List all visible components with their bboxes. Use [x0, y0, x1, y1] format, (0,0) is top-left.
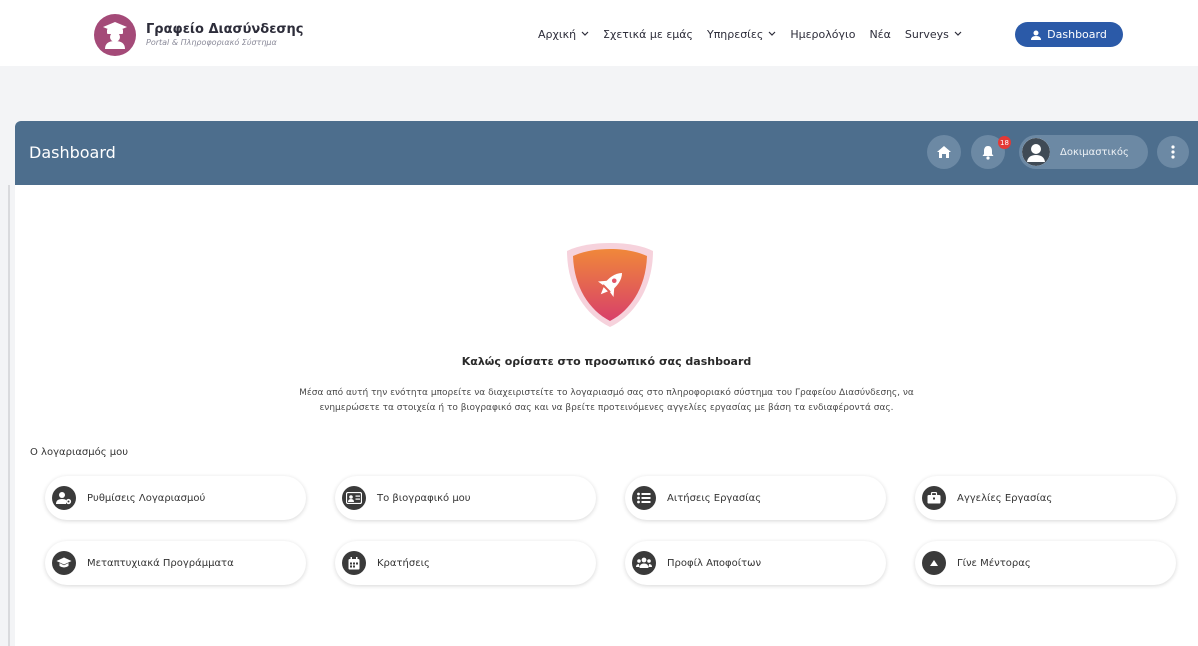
bell-icon	[982, 145, 994, 160]
menu-item-calendar[interactable]: Ημερολόγιο	[790, 28, 855, 41]
tile-label: Μεταπτυχιακά Προγράμματα	[87, 557, 234, 569]
menu-item-label: Ημερολόγιο	[790, 27, 856, 41]
my-cv-tile[interactable]: Το βιογραφικό μου	[335, 476, 596, 520]
user-menu[interactable]: Δοκιμαστικός	[1019, 135, 1148, 169]
tile-label: Προφίλ Αποφοίτων	[667, 557, 762, 569]
tile-label: Αγγελίες Εργασίας	[957, 492, 1053, 504]
page-title: Dashboard	[29, 143, 116, 162]
brand[interactable]: Γραφείο Διασύνδεσης Portal & Πληροφοριακ…	[94, 14, 304, 56]
alumni-profile-tile[interactable]: Προφίλ Αποφοίτων	[625, 541, 886, 585]
menu-item-label: Σχετικά με εμάς	[603, 27, 693, 41]
welcome-text-line2: ενημερώσετε τα στοιχεία ή το βιογραφικό …	[319, 403, 894, 413]
job-listings-tile[interactable]: Αγγελίες Εργασίας	[915, 476, 1176, 520]
users-icon	[632, 551, 656, 575]
job-applications-tile[interactable]: Αιτήσεις Εργασίας	[625, 476, 886, 520]
dashboard-button[interactable]: Dashboard	[1015, 22, 1123, 47]
menu-item-services[interactable]: Υπηρεσίες	[707, 28, 776, 41]
user-icon	[1022, 138, 1050, 166]
briefcase-icon	[922, 486, 946, 510]
chevron-down-icon	[581, 31, 589, 36]
more-vertical-icon	[1171, 145, 1175, 159]
dashboard-button-label: Dashboard	[1047, 28, 1107, 41]
dashboard-header: Dashboard 18 Δοκιμαστικός	[15, 121, 1198, 185]
chevron-down-icon	[768, 31, 776, 36]
menu-item-label: Νέα	[869, 27, 891, 41]
menu-item-surveys[interactable]: Surveys	[905, 28, 962, 41]
become-mentor-tile[interactable]: Γίνε Μέντορας	[915, 541, 1176, 585]
calendar-icon	[342, 551, 366, 575]
list-icon	[632, 486, 656, 510]
menu-item-label: Surveys	[904, 27, 949, 41]
user-settings-icon	[52, 486, 76, 510]
main-menu: Αρχική Σχετικά με εμάς Υπηρεσίες Ημερολό…	[538, 24, 976, 44]
home-button[interactable]	[927, 135, 961, 169]
user-icon	[1031, 30, 1042, 40]
menu-item-about[interactable]: Σχετικά με εμάς	[603, 28, 693, 41]
menu-item-label: Υπηρεσίες	[706, 27, 764, 41]
tile-label: Γίνε Μέντορας	[957, 557, 1031, 569]
notification-badge: 18	[998, 136, 1011, 149]
avatar	[1022, 138, 1050, 166]
menu-item-label: Αρχική	[538, 27, 577, 41]
home-icon	[937, 146, 951, 158]
graduation-cap-icon	[52, 551, 76, 575]
arrow-up-icon	[922, 551, 946, 575]
menu-item-news[interactable]: Νέα	[869, 28, 890, 41]
welcome-title: Καλώς ορίσατε στο προσωπικό σας dashboar…	[461, 355, 752, 368]
brand-title: Γραφείο Διασύνδεσης	[146, 22, 304, 37]
tile-label: Κρατήσεις	[377, 557, 430, 569]
tile-label: Αιτήσεις Εργασίας	[667, 492, 762, 504]
tile-label: Ρυθμίσεις Λογαριασμού	[87, 492, 206, 504]
user-name: Δοκιμαστικός	[1060, 146, 1129, 158]
postgraduate-programs-tile[interactable]: Μεταπτυχιακά Προγράμματα	[45, 541, 306, 585]
top-navbar: Γραφείο Διασύνδεσης Portal & Πληροφοριακ…	[0, 0, 1198, 66]
account-section-label: Ο λογαριασμός μου	[30, 447, 129, 458]
chevron-down-icon	[954, 31, 962, 36]
brand-subtitle: Portal & Πληροφοριακό Σύστημα	[146, 38, 277, 47]
welcome-text: Μέσα από αυτή την ενότητα μπορείτε να δι…	[245, 386, 968, 416]
id-card-icon	[342, 486, 366, 510]
tile-label: Το βιογραφικό μου	[377, 492, 471, 504]
menu-item-home[interactable]: Αρχική	[538, 28, 589, 41]
rocket-shield-icon	[563, 241, 657, 329]
graduate-logo-icon	[94, 14, 136, 56]
account-settings-tile[interactable]: Ρυθμίσεις Λογαριασμού	[45, 476, 306, 520]
more-button[interactable]	[1157, 136, 1189, 168]
bookings-tile[interactable]: Κρατήσεις	[335, 541, 596, 585]
left-divider	[8, 185, 10, 646]
dashboard-card: Dashboard 18 Δοκιμαστικός Καλώς ορίσατε …	[15, 121, 1198, 646]
welcome-text-line1: Μέσα από αυτή την ενότητα μπορείτε να δι…	[299, 388, 914, 398]
